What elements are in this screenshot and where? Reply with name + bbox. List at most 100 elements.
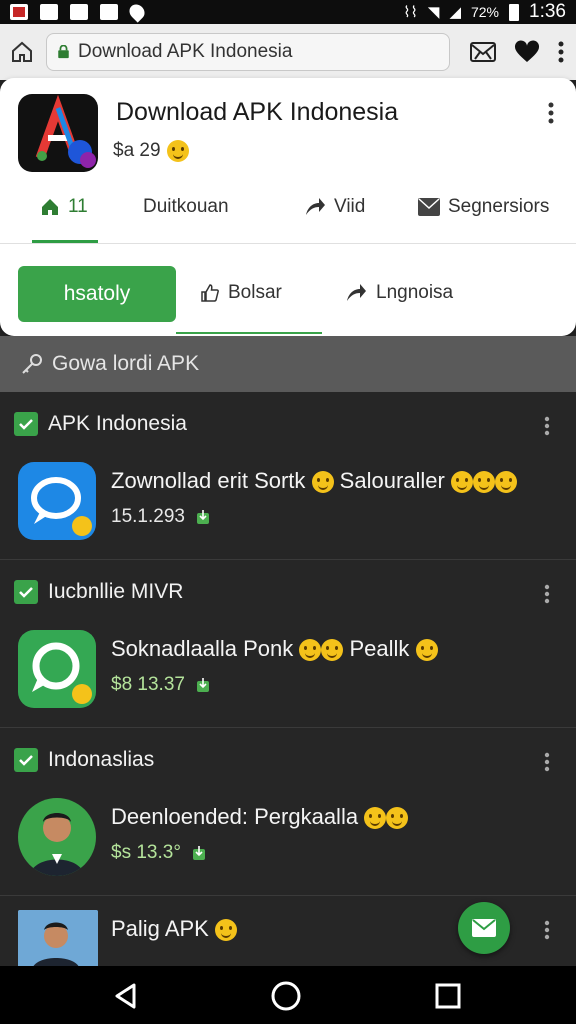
section-title: Iucbnllie MIVR xyxy=(48,580,184,603)
photo-icon[interactable] xyxy=(18,910,98,966)
thumbs-up-icon xyxy=(201,284,219,302)
app-rating: $a 29 xyxy=(113,140,189,162)
section-title: Indonaslias xyxy=(48,748,155,771)
emoji-icon xyxy=(494,471,517,494)
download-icon xyxy=(196,510,209,524)
check-icon xyxy=(19,419,33,430)
section-overflow-icon[interactable] xyxy=(544,416,550,436)
home-circle-icon xyxy=(271,981,301,1011)
share-action-button[interactable]: Lngnoisa xyxy=(344,282,453,304)
checkbox[interactable] xyxy=(14,412,38,436)
back-triangle-icon xyxy=(115,983,136,1009)
checkbox[interactable] xyxy=(14,580,38,604)
section-header: Iucbnllie MIVR xyxy=(14,580,183,604)
home-icon xyxy=(42,199,58,215)
tab-messages[interactable]: Segnersiors xyxy=(418,196,549,218)
like-button[interactable]: Bolsar xyxy=(200,282,282,304)
action-row: hsatoly Bolsar Lngnoisa xyxy=(0,254,576,334)
tab-home[interactable]: 11 xyxy=(40,196,88,218)
section-header: APK Indonesia xyxy=(14,412,187,436)
list-item-title[interactable]: Zownollad erit Sortk Salouraller xyxy=(111,468,517,494)
mail-icon[interactable] xyxy=(470,41,496,63)
recents-button[interactable] xyxy=(432,980,464,1012)
download-icon xyxy=(196,678,209,692)
heart-icon[interactable] xyxy=(514,40,540,64)
list-item-title[interactable]: Palig APK xyxy=(111,916,237,942)
share-label: Lngnoisa xyxy=(376,282,454,303)
app-header-card: Download APK Indonesia $a 29 11 Duitkoua… xyxy=(0,78,576,336)
lock-icon xyxy=(58,45,69,59)
list-section: Indonaslias Deenloended: Pergkaalla $s 1… xyxy=(0,728,576,896)
image-notification-icon xyxy=(70,4,88,20)
apk-list: APK Indonesia Zownollad erit Sortk Salou… xyxy=(0,392,576,966)
recents-square-icon xyxy=(435,983,461,1009)
address-bar[interactable]: Download APK Indonesia xyxy=(46,33,450,71)
home-button[interactable] xyxy=(8,38,36,66)
emoji-icon xyxy=(299,639,322,662)
emoji-icon xyxy=(364,807,387,830)
search-bar[interactable]: Gowa lordi APK xyxy=(0,336,576,392)
emoji-icon xyxy=(214,919,237,942)
emoji-icon xyxy=(311,471,334,494)
tab-download[interactable]: Duitkouan xyxy=(143,196,229,218)
mail-icon xyxy=(472,919,496,937)
rating-value: $a 29 xyxy=(113,140,161,161)
emoji-icon xyxy=(321,639,344,662)
tab-label: 11 xyxy=(68,196,88,217)
location-icon xyxy=(126,1,148,23)
clock: 1:36 xyxy=(529,1,566,22)
browser-toolbar: Download APK Indonesia xyxy=(0,24,576,80)
list-item-meta: $s 13.3° xyxy=(111,842,207,864)
share-icon xyxy=(306,198,325,215)
list-item-title[interactable]: Soknadlaalla Ponk Peallk xyxy=(111,636,438,662)
status-bar: ⌇⌇ ◥ ◢ 72% 1:36 xyxy=(0,0,576,24)
home-icon xyxy=(12,41,32,62)
section-overflow-icon[interactable] xyxy=(544,920,550,940)
list-section: APK Indonesia Zownollad erit Sortk Salou… xyxy=(0,392,576,560)
app-logo xyxy=(18,94,98,172)
signal-icon: ◢ xyxy=(449,4,461,21)
tab-label: Viid xyxy=(334,196,366,217)
phone-chat-icon[interactable] xyxy=(18,630,96,708)
divider xyxy=(0,243,576,244)
vibrate-icon: ⌇⌇ xyxy=(403,4,418,21)
check-icon xyxy=(19,587,33,598)
emoji-icon xyxy=(450,471,473,494)
check-icon xyxy=(19,755,33,766)
tab-share[interactable]: Viid xyxy=(304,196,365,218)
section-overflow-icon[interactable] xyxy=(544,752,550,772)
back-button[interactable] xyxy=(110,980,142,1012)
compose-message-button[interactable] xyxy=(458,902,510,954)
avatar-icon[interactable] xyxy=(18,798,96,876)
section-header: Indonaslias xyxy=(14,748,154,772)
message-notification-icon xyxy=(100,4,118,20)
list-item-meta: $8 13.37 xyxy=(111,674,211,696)
system-nav-bar xyxy=(0,966,576,1024)
card-overflow-icon[interactable] xyxy=(548,102,554,124)
overflow-menu-icon[interactable] xyxy=(558,41,564,63)
action-indicator xyxy=(176,332,322,334)
chat-bubble-icon[interactable] xyxy=(18,462,96,540)
gmail-notification-icon xyxy=(10,4,28,20)
app-title: Download APK Indonesia xyxy=(116,98,399,126)
battery-percent: 72% xyxy=(470,4,500,20)
smile-emoji-icon xyxy=(166,140,189,162)
share-icon xyxy=(347,284,366,301)
url-text: Download APK Indonesia xyxy=(78,41,293,62)
search-placeholder: Gowa lordi APK xyxy=(52,352,200,375)
key-icon xyxy=(22,354,42,374)
tab-label: Segnersiors xyxy=(448,196,550,217)
section-title: APK Indonesia xyxy=(48,412,187,435)
checkbox[interactable] xyxy=(14,748,38,772)
download-icon xyxy=(192,846,205,860)
emoji-icon xyxy=(472,471,495,494)
battery-icon xyxy=(509,3,520,21)
list-item-title[interactable]: Deenloended: Pergkaalla xyxy=(111,804,409,830)
list-item-meta: 15.1.293 xyxy=(111,506,211,528)
section-overflow-icon[interactable] xyxy=(544,584,550,604)
install-button[interactable]: hsatoly xyxy=(18,266,176,322)
notification-icon xyxy=(40,4,58,20)
emoji-icon xyxy=(415,639,438,662)
home-nav-button[interactable] xyxy=(270,980,302,1012)
list-section: Iucbnllie MIVR Soknadlaalla Ponk Peallk … xyxy=(0,560,576,728)
